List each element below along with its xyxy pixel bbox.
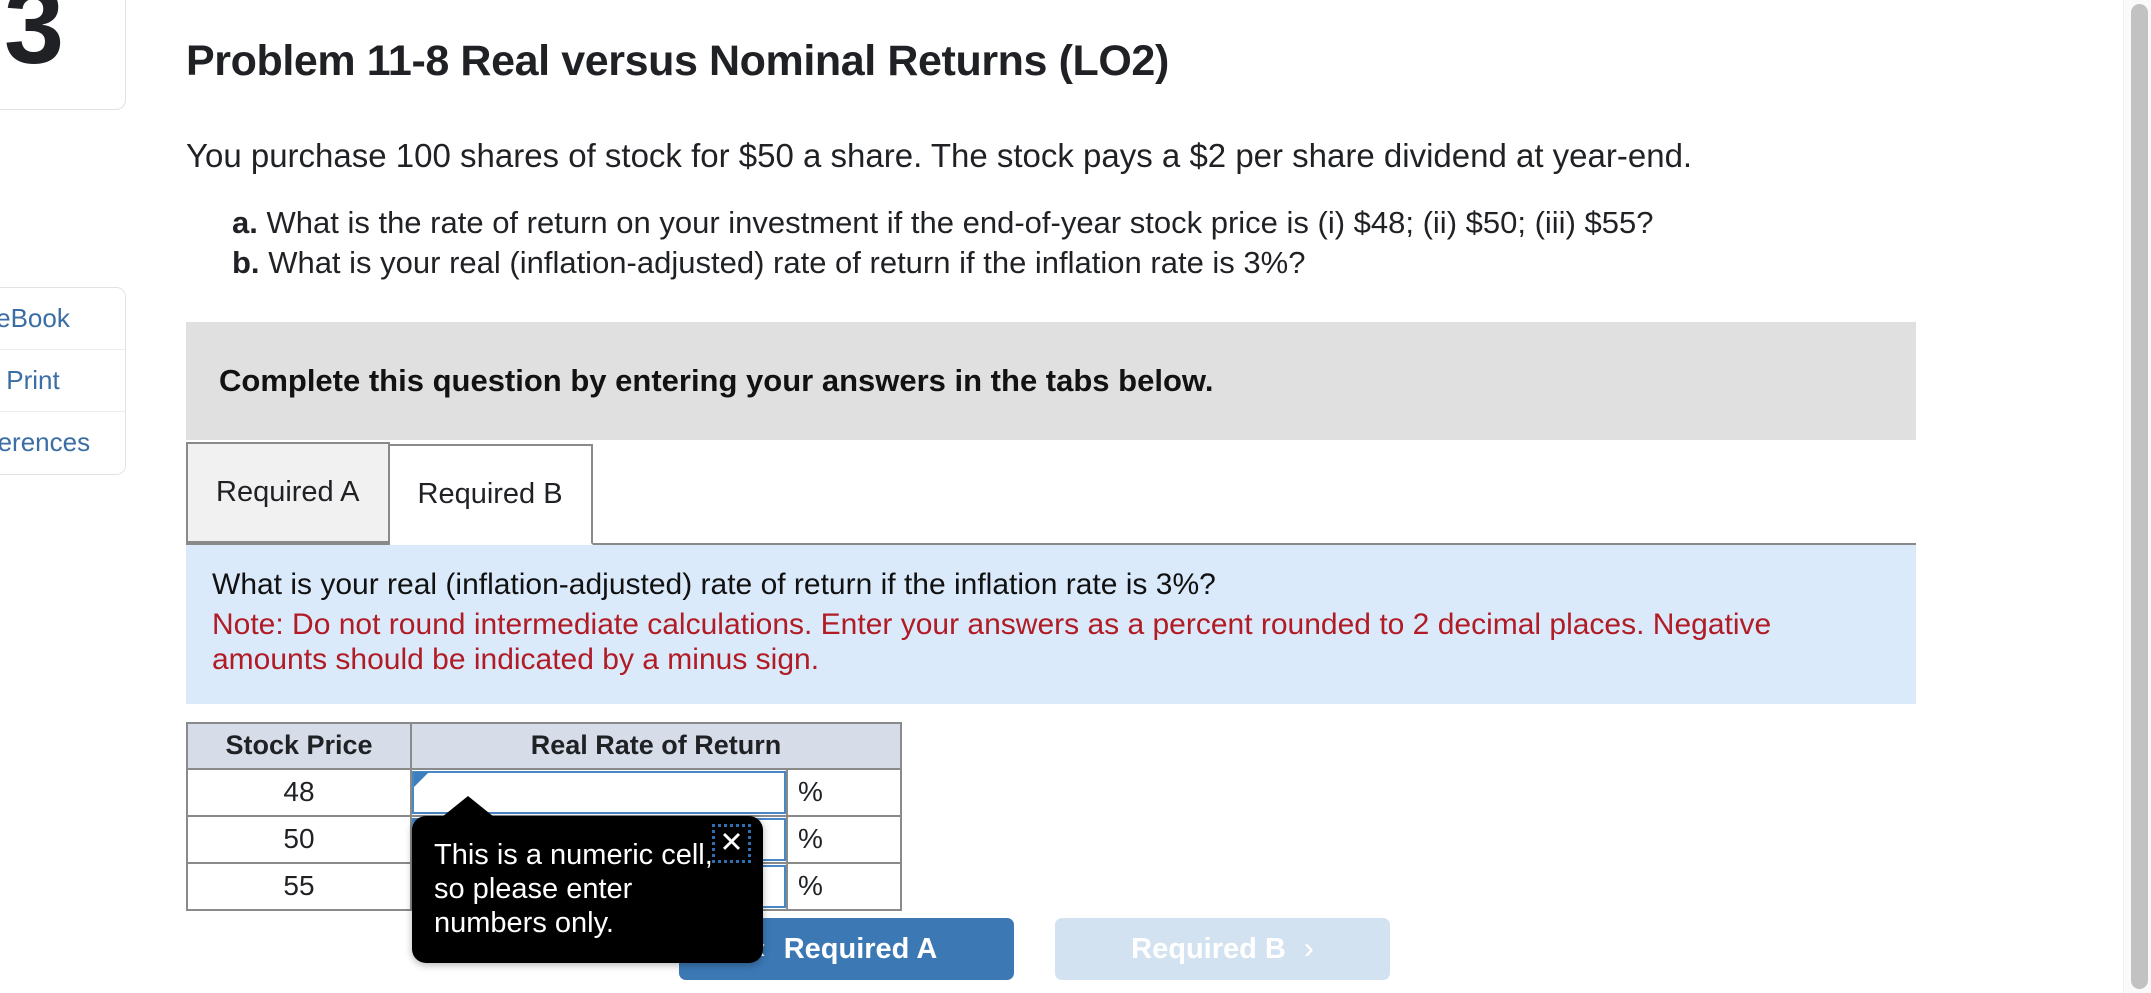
sub-question-marker: a. bbox=[232, 205, 258, 241]
instruction-text: Complete this question by entering your … bbox=[219, 363, 1214, 399]
points-label: nts bbox=[0, 209, 126, 239]
question-sidebar: 3 34 nts eBook Print eferences bbox=[0, 0, 126, 475]
column-header-stock-price: Stock Price bbox=[186, 721, 412, 770]
column-header-real-rate: Real Rate of Return bbox=[410, 721, 902, 770]
points-block: 34 nts bbox=[0, 168, 126, 239]
percent-unit-label: % bbox=[786, 814, 902, 864]
sub-question-text: What is the rate of return on your inves… bbox=[266, 205, 1654, 241]
tooltip-message: This is a numeric cell, so please enter … bbox=[434, 839, 713, 940]
problem-statement: You purchase 100 shares of stock for $50… bbox=[186, 136, 1693, 174]
tab-required-b[interactable]: Required B bbox=[389, 444, 593, 546]
stock-price-value: 55 bbox=[186, 861, 412, 911]
requirement-note: Note: Do not round intermediate calculat… bbox=[212, 607, 1772, 677]
sub-question-marker: b. bbox=[232, 244, 260, 280]
sub-question-b: b. What is your real (inflation-adjusted… bbox=[232, 243, 2107, 283]
stock-price-value: 50 bbox=[186, 814, 412, 864]
sidebar-item-print[interactable]: Print bbox=[0, 349, 125, 412]
requirement-panel: What is your real (inflation-adjusted) r… bbox=[186, 543, 1916, 704]
close-icon: ✕ bbox=[719, 827, 744, 859]
tab-label: Required B bbox=[417, 478, 563, 511]
prev-button-label: Required A bbox=[783, 932, 938, 965]
page-title: Problem 11-8 Real versus Nominal Returns… bbox=[186, 37, 1169, 85]
table-header-row: Stock Price Real Rate of Return bbox=[186, 721, 902, 770]
sub-question-text: What is your real (inflation-adjusted) r… bbox=[268, 244, 1306, 280]
sidebar-item-references[interactable]: eferences bbox=[0, 411, 125, 474]
tab-label: Required A bbox=[216, 476, 360, 509]
tooltip-close-button[interactable]: ✕ bbox=[712, 824, 751, 863]
instruction-banner: Complete this question by entering your … bbox=[186, 322, 1916, 441]
points-value: 34 bbox=[0, 168, 126, 209]
sidebar-tool-list: eBook Print eferences bbox=[0, 286, 126, 475]
question-number: 3 bbox=[3, 0, 64, 86]
tab-required-a[interactable]: Required A bbox=[186, 442, 390, 544]
sidebar-item-label: eferences bbox=[0, 427, 91, 458]
requirement-tabs: Required A Required B bbox=[186, 440, 1916, 546]
tooltip-arrow-icon bbox=[442, 796, 494, 817]
stock-price-value: 48 bbox=[186, 767, 412, 817]
requirement-question: What is your real (inflation-adjusted) r… bbox=[212, 568, 1216, 602]
question-page: 3 34 nts eBook Print eferences Problem 1… bbox=[0, 0, 2151, 993]
next-required-b-button[interactable]: Required B › bbox=[1055, 918, 1390, 980]
sidebar-item-label: eBook bbox=[0, 302, 70, 333]
table-row: 48 % bbox=[186, 767, 902, 817]
percent-unit-label: % bbox=[786, 861, 902, 911]
vertical-scrollbar-thumb[interactable] bbox=[2131, 4, 2148, 989]
next-button-label: Required B bbox=[1131, 932, 1286, 965]
question-number-card: 3 bbox=[0, 0, 126, 110]
sidebar-item-ebook[interactable]: eBook bbox=[0, 287, 125, 350]
numeric-cell-tooltip: ✕ This is a numeric cell, so please ente… bbox=[412, 796, 763, 963]
chevron-right-icon: › bbox=[1303, 932, 1314, 965]
sub-question-a: a. What is the rate of return on your in… bbox=[232, 203, 2107, 243]
percent-unit-label: % bbox=[786, 767, 902, 817]
vertical-scrollbar-track[interactable] bbox=[2123, 0, 2151, 993]
requirement-nav: ‹ Required A Required B › bbox=[679, 918, 1390, 980]
sub-question-list: a. What is the rate of return on your in… bbox=[186, 203, 2107, 282]
sidebar-item-label: Print bbox=[6, 364, 60, 395]
